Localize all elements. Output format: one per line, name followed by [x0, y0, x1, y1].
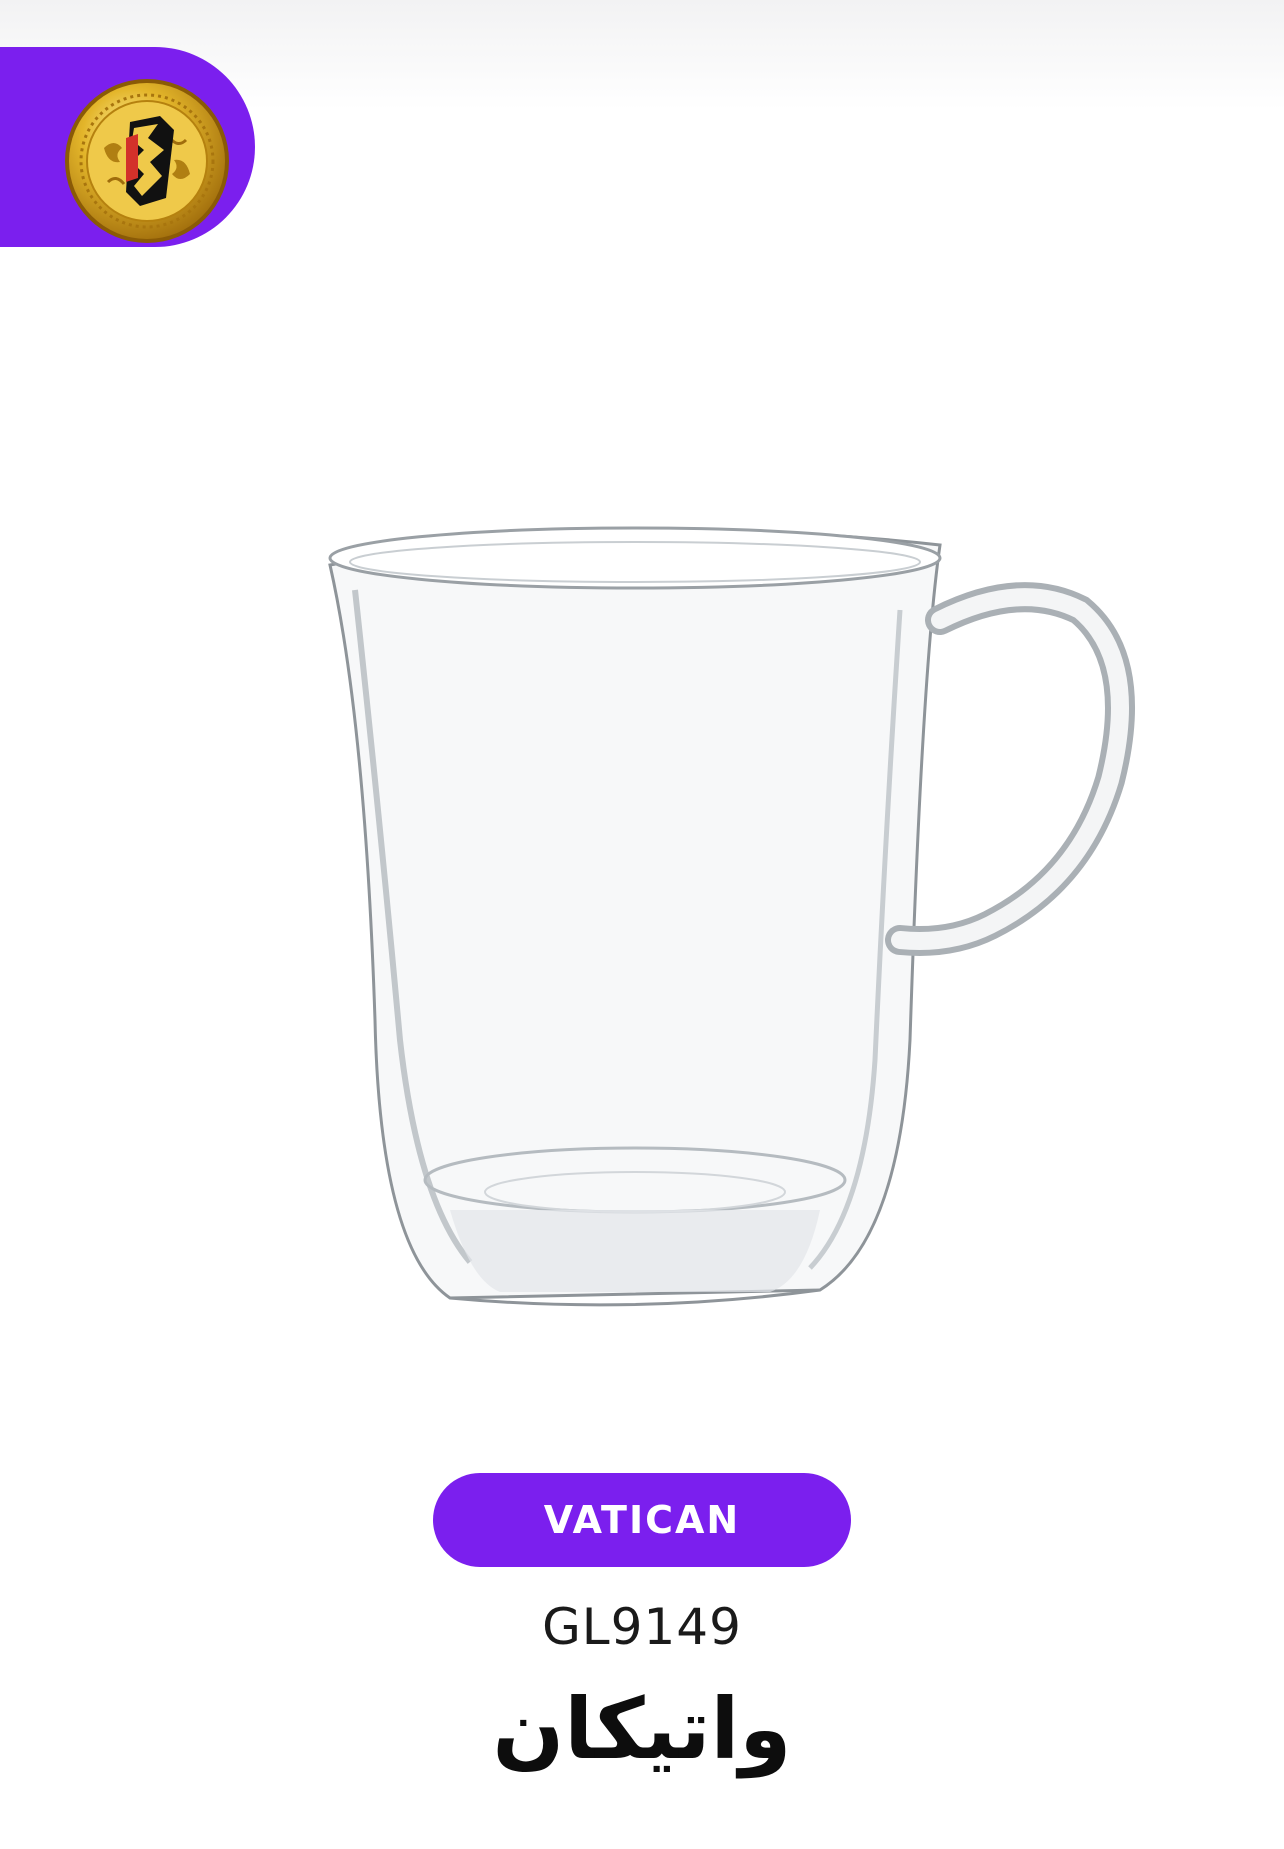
product-code: GL9149 [542, 1598, 742, 1656]
gold-coin-logo-icon [65, 79, 229, 243]
product-name-fa: واتیکان [492, 1680, 792, 1778]
product-name-en-badge: VATICAN [433, 1473, 851, 1567]
glass-mug-icon [328, 526, 1135, 1307]
